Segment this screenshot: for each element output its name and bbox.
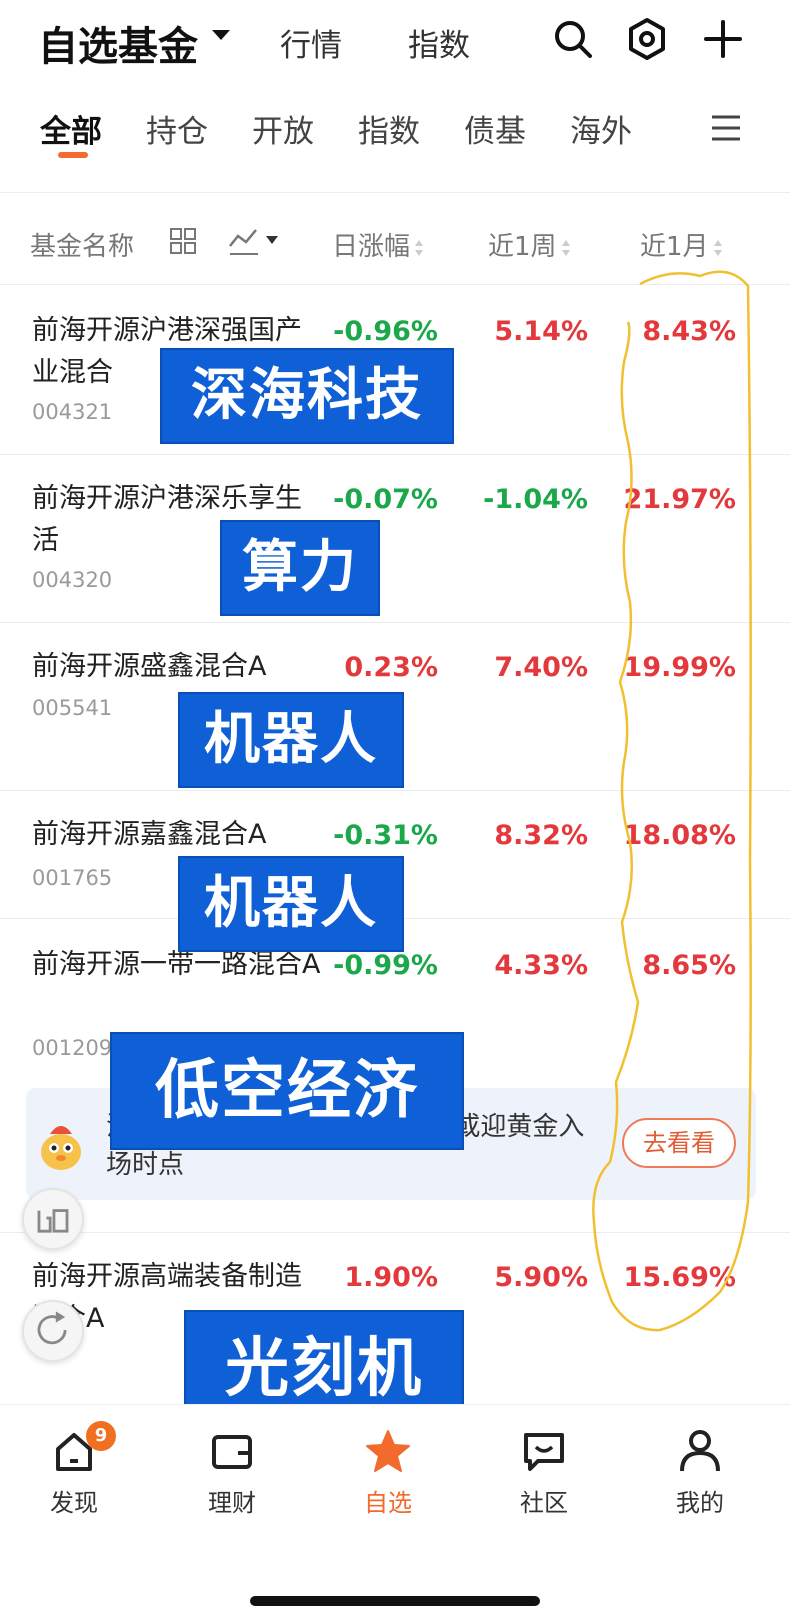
nav-watchlist[interactable]: 自选 [338, 1427, 438, 1517]
fund-name: 前海开源嘉鑫混合A [32, 819, 267, 850]
nav-profile[interactable]: 我的 [650, 1427, 750, 1517]
tabs-fade [668, 96, 708, 166]
overlay-label: 低空经济 [110, 1032, 464, 1150]
refresh-icon [37, 1311, 67, 1345]
week-change: 5.90% [494, 1262, 588, 1293]
overlay-label: 算力 [220, 520, 380, 616]
sort-icon [561, 239, 570, 256]
fund-code: 004320 [32, 568, 113, 592]
chat-icon [524, 1433, 564, 1471]
day-change: -0.96% [333, 316, 438, 347]
divider [0, 192, 790, 193]
add-icon[interactable] [700, 16, 746, 62]
nav-label: 我的 [676, 1489, 724, 1517]
tab-index-funds[interactable]: 指数 [358, 106, 420, 151]
week-change: 8.32% [494, 820, 588, 851]
nav-community[interactable]: 社区 [494, 1427, 594, 1517]
search-icon[interactable] [550, 16, 596, 62]
tab-market[interactable]: 行情 [280, 20, 342, 65]
tab-index[interactable]: 指数 [408, 20, 470, 65]
home-indicator [250, 1596, 540, 1606]
tab-open[interactable]: 开放 [252, 106, 314, 151]
sort-icon [415, 239, 424, 256]
star-icon [366, 1430, 410, 1472]
tab-overseas[interactable]: 海外 [570, 106, 632, 151]
day-change: 0.23% [344, 652, 438, 683]
nav-label: 发现 [50, 1489, 98, 1517]
nav-label: 理财 [208, 1489, 256, 1517]
floating-collapse-button[interactable] [22, 1188, 84, 1250]
day-change: -0.07% [333, 484, 438, 515]
fund-code: 001765 [32, 866, 113, 890]
overlay-label: 机器人 [178, 692, 404, 788]
annotation-outline [592, 270, 752, 1332]
nav-label: 自选 [364, 1489, 412, 1517]
week-change: 4.33% [494, 950, 588, 981]
column-header-week[interactable]: 近1周 [488, 226, 571, 263]
tab-holding[interactable]: 持仓 [146, 106, 208, 151]
fund-code: 004321 [32, 400, 113, 424]
top-bar: 自选基金 行情 指数 [0, 0, 790, 80]
menu-icon[interactable] [708, 110, 744, 146]
tab-all[interactable]: 全部 [40, 106, 102, 151]
page-title[interactable]: 自选基金 [38, 14, 198, 72]
wallet-icon [212, 1435, 252, 1469]
day-change: -0.31% [333, 820, 438, 851]
promo-text-line: 场时点 [106, 1150, 185, 1180]
collapse-icon [37, 1209, 69, 1233]
week-change: -1.04% [483, 484, 588, 515]
floating-refresh-button[interactable] [22, 1300, 84, 1362]
overlay-label: 深海科技 [160, 348, 454, 444]
fund-code: 001209 [32, 1036, 113, 1060]
bottom-nav: 9 发现 理财 自选 社区 我的 [0, 1404, 790, 1564]
column-header-month-label: 近1月 [640, 232, 709, 262]
column-header-week-label: 近1周 [488, 232, 557, 262]
nav-finance[interactable]: 理财 [182, 1427, 282, 1517]
notification-badge: 9 [86, 1421, 116, 1451]
title-dropdown-icon[interactable] [212, 30, 230, 40]
column-header-month[interactable]: 近1月 [640, 226, 723, 263]
grid-view-icon[interactable] [168, 226, 198, 256]
category-tabs: 全部 持仓 开放 指数 债基 海外 [0, 96, 790, 166]
day-change: 1.90% [344, 1262, 438, 1293]
fund-name: 前海开源盛鑫混合A [32, 651, 267, 682]
sort-icon [713, 239, 722, 256]
nav-label: 社区 [520, 1489, 568, 1517]
settings-icon[interactable] [624, 16, 670, 62]
mascot-icon [41, 1126, 81, 1170]
profile-icon [680, 1430, 720, 1472]
chart-toggle-icon[interactable] [228, 224, 284, 258]
column-header-day[interactable]: 日涨幅 [332, 226, 424, 263]
active-tab-indicator [58, 152, 88, 158]
day-change: -0.99% [333, 950, 438, 981]
nav-discover[interactable]: 9 发现 [24, 1421, 124, 1517]
week-change: 5.14% [494, 316, 588, 347]
tab-bond[interactable]: 债基 [464, 106, 526, 151]
column-header-day-label: 日涨幅 [332, 232, 411, 262]
overlay-label: 机器人 [178, 856, 404, 952]
fund-code: 005541 [32, 696, 113, 720]
week-change: 7.40% [494, 652, 588, 683]
column-header-name: 基金名称 [30, 232, 135, 262]
